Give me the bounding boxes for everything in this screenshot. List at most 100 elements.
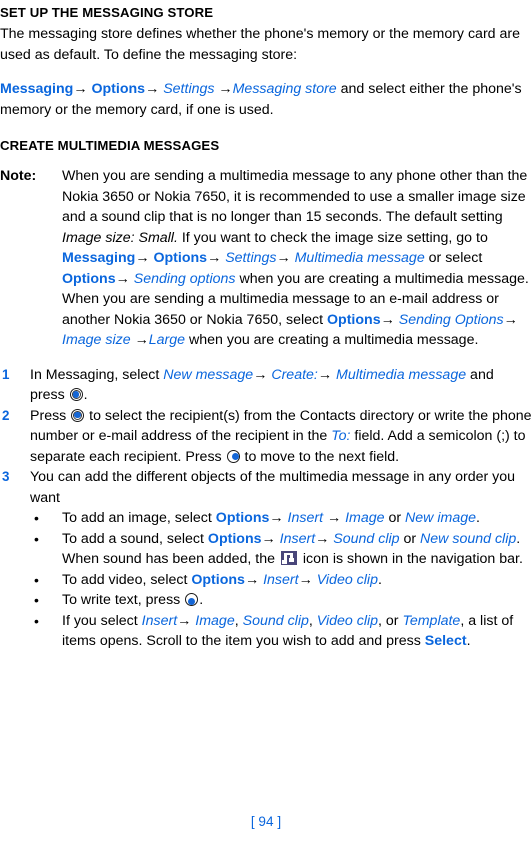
- step1-multimedia-message: Multimedia message: [336, 366, 467, 383]
- step-body: You can add the different objects of the…: [30, 467, 532, 508]
- heading-setup-messaging-store: SET UP THE MESSAGING STORE: [0, 5, 214, 20]
- bullet-item: • To write text, press .: [0, 590, 532, 611]
- b3-insert: Insert: [263, 571, 299, 588]
- paragraph-messaging-store-intro: The messaging store defines whether the …: [0, 24, 532, 65]
- b3-text-1: To add video, select: [62, 571, 192, 588]
- arrow-icon: →: [276, 250, 291, 266]
- b2-text-1: To add a sound, select: [62, 530, 208, 547]
- b2-insert: Insert: [279, 530, 316, 547]
- heading-create-multimedia-messages: CREATE MULTIMEDIA MESSAGES: [0, 138, 220, 153]
- note-block: Note: When you are sending a multimedia …: [0, 166, 532, 351]
- b5-insert: Insert: [141, 612, 178, 629]
- path-options: Options: [91, 81, 146, 97]
- arrow-icon: →: [317, 366, 333, 383]
- paragraph-messaging-store-path: Messaging→ Options→ Settings →Messaging …: [0, 79, 532, 120]
- path-messaging: Messaging: [0, 81, 74, 97]
- sound-note-icon: [280, 551, 297, 565]
- bullet-body: To add video, select Options→ Insert→ Vi…: [62, 570, 532, 591]
- note-text-5: when you are creating a multimedia messa…: [185, 332, 479, 348]
- bullet-body: To write text, press .: [62, 590, 532, 611]
- b2-new-sound-clip: New sound clip: [420, 530, 517, 547]
- note-path-sending-options: Sending options: [133, 270, 236, 287]
- note-text-2: If you want to check the image size sett…: [177, 229, 488, 246]
- b5-sound-clip: Sound clip: [242, 612, 309, 629]
- b2-text-2: or: [399, 530, 421, 547]
- arrow-icon: →: [115, 270, 130, 287]
- bullet-marker: •: [34, 592, 39, 608]
- arrow-icon: →: [218, 81, 233, 97]
- b1-new-image: New image: [405, 510, 477, 526]
- bullet-body: To add a sound, select Options→ Insert→ …: [62, 529, 532, 570]
- note-path-messaging: Messaging: [62, 250, 136, 266]
- b5-comma-3: , or: [378, 612, 403, 629]
- note-path-large: Large: [148, 332, 186, 348]
- manual-page: SET UP THE MESSAGING STORE The messaging…: [0, 0, 532, 841]
- note-image-size-small: Image size: Small.: [62, 229, 178, 246]
- b1-options: Options: [215, 510, 270, 526]
- path-messaging-store: Messaging store: [232, 81, 337, 97]
- b4-text-1: To write text, press: [62, 592, 185, 608]
- note-path-settings: Settings: [225, 250, 277, 266]
- b1-image: Image: [345, 510, 385, 526]
- b5-video-clip: Video clip: [316, 612, 379, 629]
- note-path-options-2: Options: [62, 270, 116, 287]
- arrow-icon: →: [298, 571, 313, 588]
- note-path-options-1: Options: [153, 250, 208, 266]
- bullet-item: • To add a sound, select Options→ Insert…: [0, 529, 532, 570]
- arrow-icon: →: [73, 81, 88, 97]
- arrow-icon: →: [135, 250, 150, 266]
- b1-text-1: To add an image, select: [62, 510, 216, 526]
- note-text-3: or select: [424, 250, 483, 266]
- step2-text-1: Press: [30, 407, 71, 424]
- b1-text-3: .: [476, 510, 480, 526]
- arrow-icon: →: [177, 612, 192, 629]
- step3-text-1: You can add the different objects of the…: [30, 469, 516, 506]
- note-path-sending-options-2: Sending Options: [398, 311, 504, 328]
- b5-comma-2: ,: [308, 612, 317, 629]
- joystick-center-icon: [69, 388, 83, 401]
- page-number: [ 94 ]: [250, 814, 282, 829]
- b5-select: Select: [424, 633, 467, 649]
- joystick-down-icon: [185, 593, 199, 606]
- arrow-icon: →: [145, 81, 160, 97]
- bullet-marker: •: [34, 510, 39, 526]
- bullet-marker: •: [34, 571, 39, 588]
- b5-image: Image: [195, 612, 235, 629]
- arrow-icon: →: [244, 571, 260, 588]
- step1-text-1: In Messaging, select: [30, 366, 164, 383]
- intro-text: The messaging store defines whether the …: [0, 26, 521, 63]
- arrow-icon: →: [207, 250, 222, 266]
- arrow-icon: →: [503, 311, 518, 328]
- b3-video-clip: Video clip: [316, 571, 378, 588]
- bullet-marker: •: [34, 612, 39, 629]
- joystick-center-icon: [71, 408, 85, 422]
- step1-create: Create:: [271, 366, 318, 383]
- b1-text-2: or: [384, 510, 406, 526]
- note-label: Note:: [0, 168, 37, 184]
- arrow-icon: →: [326, 510, 342, 526]
- step2-text-4: to move to the next field.: [240, 448, 400, 465]
- step1-text-3: .: [83, 387, 88, 403]
- arrow-icon: →: [253, 366, 268, 383]
- path-settings: Settings: [163, 81, 215, 97]
- bullet-marker: •: [34, 530, 39, 547]
- note-path-options-3: Options: [327, 311, 381, 328]
- b5-template: Template: [402, 612, 461, 629]
- bullet-item: • To add an image, select Options → Inser…: [0, 508, 532, 529]
- step-item: 2 Press to select the recipient(s) from …: [0, 406, 532, 468]
- b1-insert: Insert: [287, 510, 324, 526]
- note-path-multimedia-message: Multimedia message: [294, 250, 425, 266]
- b3-options: Options: [191, 571, 245, 588]
- step-body: Press to select the recipient(s) from th…: [30, 406, 532, 468]
- b2-sound-clip: Sound clip: [333, 530, 400, 547]
- b4-text-2: .: [199, 592, 204, 608]
- step-item: 1 In Messaging, select New message→ Crea…: [0, 365, 532, 406]
- bullet-item: • If you select Insert→ Image, Sound cli…: [0, 611, 532, 652]
- b5-comma-1: ,: [234, 612, 243, 629]
- step-number: 3: [2, 469, 10, 484]
- note-text-1: When you are sending a multimedia messag…: [62, 168, 528, 225]
